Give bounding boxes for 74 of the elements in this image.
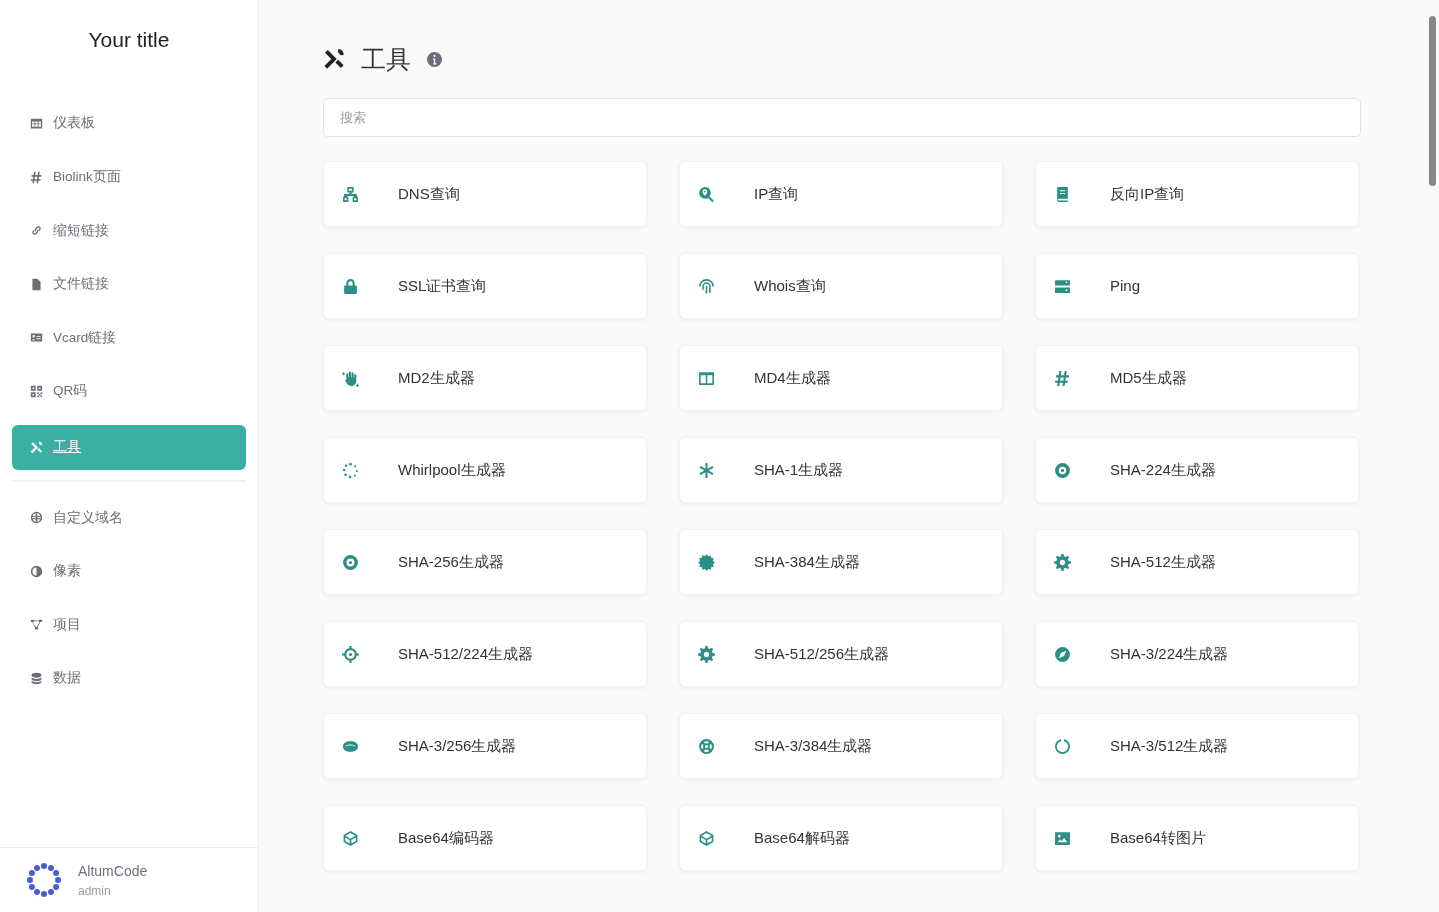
lock-icon (342, 277, 359, 295)
tool-card[interactable]: SHA-224生成器 (1035, 437, 1359, 503)
book-icon (1054, 185, 1071, 203)
tool-card[interactable]: SSL证书查询 (323, 253, 647, 319)
image-icon (1054, 829, 1071, 847)
tool-card[interactable]: SHA-3/384生成器 (679, 713, 1003, 779)
columns-icon (698, 369, 715, 387)
tool-card[interactable]: Base64编码器 (323, 805, 647, 871)
gear-icon (698, 645, 715, 663)
sidebar-item[interactable]: 数据 (12, 658, 246, 699)
tool-card[interactable]: Whirlpool生成器 (323, 437, 647, 503)
user-role: admin (78, 882, 112, 900)
database-icon (30, 671, 43, 685)
compass-icon (1054, 645, 1071, 663)
table-icon (30, 117, 43, 130)
tool-card[interactable]: DNS查询 (323, 161, 647, 227)
server-icon (1054, 277, 1071, 295)
sidebar-item[interactable]: 文件链接 (12, 264, 246, 305)
search-field[interactable]: 搜索 (323, 98, 1361, 137)
user-name: AltumCode (78, 861, 148, 881)
tool-card[interactable]: MD4生成器 (679, 345, 1003, 411)
hand-icon (342, 369, 359, 387)
hash-icon (30, 170, 43, 184)
sidebar-item[interactable]: 像素 (12, 551, 246, 592)
seal-icon (698, 553, 715, 571)
tool-card[interactable]: SHA-512/224生成器 (323, 621, 647, 687)
tools-icon (323, 48, 345, 70)
link-icon (30, 224, 43, 238)
tools-icon (30, 441, 43, 455)
hash-icon (1054, 369, 1071, 387)
tool-card[interactable]: SHA-3/224生成器 (1035, 621, 1359, 687)
tool-card[interactable]: 反向IP查询 (1035, 161, 1359, 227)
tool-card[interactable]: IP查询 (679, 161, 1003, 227)
tool-card[interactable]: SHA-1生成器 (679, 437, 1003, 503)
sidebar-item[interactable]: QR码 (12, 371, 246, 412)
life-ring-icon (698, 737, 715, 755)
tool-card[interactable]: SHA-3/256生成器 (323, 713, 647, 779)
tool-card[interactable]: Base64解码器 (679, 805, 1003, 871)
tool-card[interactable]: MD5生成器 (1035, 345, 1359, 411)
sidebar-item[interactable]: Vcard链接 (12, 317, 246, 358)
app-title: Your title (88, 28, 170, 51)
qr-code-icon (30, 384, 43, 398)
network-icon (342, 185, 359, 203)
cube-icon (698, 829, 715, 847)
sidebar-item[interactable]: 自定义域名 (12, 497, 246, 538)
info-icon (427, 51, 442, 67)
tool-card[interactable]: SHA-512生成器 (1035, 529, 1359, 595)
id-card-icon (30, 331, 43, 345)
tool-card[interactable]: Whois查询 (679, 253, 1003, 319)
search-icon (698, 185, 715, 203)
page-title: 工具 (361, 44, 411, 74)
tool-card[interactable]: SHA-512/256生成器 (679, 621, 1003, 687)
sidebar-item[interactable]: 仪表板 (12, 103, 246, 144)
cube-icon (342, 829, 359, 847)
nodes-icon (30, 618, 43, 632)
sidebar-item[interactable]: 项目 (12, 604, 246, 645)
globe-icon (30, 511, 43, 525)
crosshairs-icon (342, 645, 359, 663)
sidebar-item[interactable]: Biolink页面 (12, 157, 246, 198)
tool-card[interactable]: SHA-3/512生成器 (1035, 713, 1359, 779)
gear-icon (1054, 553, 1071, 571)
tool-card[interactable]: SHA-384生成器 (679, 529, 1003, 595)
fingerprint-icon (698, 277, 715, 295)
asterisk-icon (698, 461, 715, 479)
tool-card[interactable]: MD2生成器 (323, 345, 647, 411)
atom-icon (1054, 461, 1071, 479)
avatar-icon (26, 862, 62, 898)
tool-card[interactable]: SHA-256生成器 (323, 529, 647, 595)
tool-card[interactable]: Base64转图片 (1035, 805, 1359, 871)
file-icon (30, 277, 43, 291)
circle-notch-icon (1054, 737, 1071, 755)
tool-card[interactable]: Ping (1035, 253, 1359, 319)
spinner-icon (342, 461, 359, 479)
sidebar-item[interactable]: 缩短链接 (12, 210, 246, 251)
